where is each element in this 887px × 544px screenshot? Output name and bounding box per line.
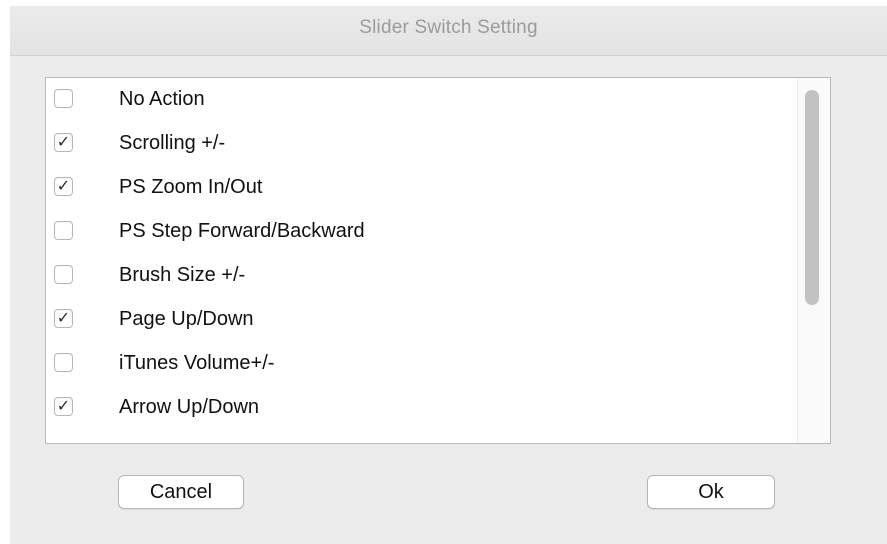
checkmark-icon: ✓	[56, 398, 71, 415]
checkbox[interactable]	[54, 265, 73, 284]
slider-switch-dialog: Slider Switch Setting No Action ✓ Scroll…	[10, 6, 887, 544]
option-label: PS Step Forward/Backward	[119, 220, 365, 242]
ok-button[interactable]: Ok	[647, 475, 775, 509]
list-item-ps-zoom[interactable]: ✓ PS Zoom In/Out	[46, 166, 796, 210]
checkmark-icon: ✓	[56, 178, 71, 195]
scrollbar-track[interactable]	[797, 78, 830, 443]
list-item-scrolling[interactable]: ✓ Scrolling +/-	[46, 122, 796, 166]
option-label: PS Zoom In/Out	[119, 176, 263, 198]
checkmark-icon: ✓	[56, 310, 71, 327]
option-label: No Action	[119, 88, 205, 110]
checkbox[interactable]	[54, 353, 73, 372]
list-item-arrow-up-down[interactable]: ✓ Arrow Up/Down	[46, 386, 796, 430]
checkbox[interactable]	[54, 221, 73, 240]
option-label: iTunes Volume+/-	[119, 352, 275, 374]
list-item-page-up-down[interactable]: ✓ Page Up/Down	[46, 298, 796, 342]
option-label: Page Up/Down	[119, 308, 254, 330]
option-label: Scrolling +/-	[119, 132, 226, 154]
list-item-no-action[interactable]: No Action	[46, 78, 796, 122]
list-item-itunes-volume[interactable]: iTunes Volume+/-	[46, 342, 796, 386]
list-item-ps-step[interactable]: PS Step Forward/Backward	[46, 210, 796, 254]
cancel-button[interactable]: Cancel	[118, 475, 244, 509]
checkbox[interactable]	[54, 89, 73, 108]
options-list[interactable]: No Action ✓ Scrolling +/- ✓ PS Zoom In/O…	[45, 77, 831, 444]
dialog-title: Slider Switch Setting	[359, 17, 538, 38]
option-label: Brush Size +/-	[119, 264, 246, 286]
list-item-brush-size[interactable]: Brush Size +/-	[46, 254, 796, 298]
option-label: Arrow Up/Down	[119, 396, 260, 418]
checkmark-icon: ✓	[56, 134, 71, 151]
checkbox[interactable]: ✓	[54, 133, 73, 152]
title-bar[interactable]: Slider Switch Setting	[10, 6, 887, 56]
scrollbar-thumb[interactable]	[805, 90, 819, 305]
checkbox[interactable]: ✓	[54, 177, 73, 196]
checkbox[interactable]: ✓	[54, 309, 73, 328]
checkbox[interactable]: ✓	[54, 397, 73, 416]
